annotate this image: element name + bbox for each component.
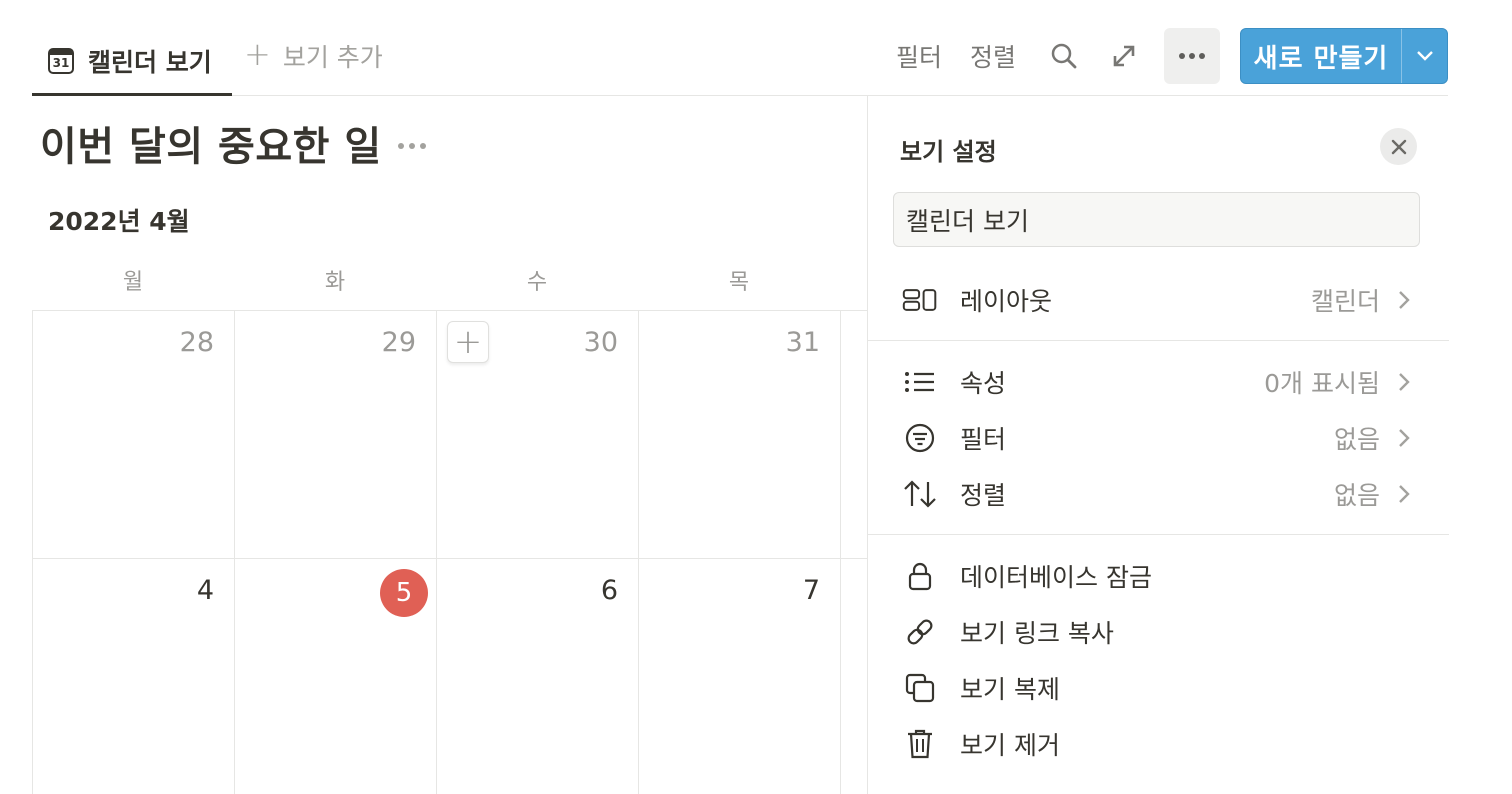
title-more-button[interactable] — [398, 143, 426, 149]
panel-title: 보기 설정 — [900, 138, 997, 166]
page-title: 이번 달의 중요한 일 — [40, 124, 382, 170]
day-number: 30 — [583, 327, 618, 358]
duplicate-view-option[interactable]: 보기 복제 — [868, 660, 1449, 716]
calendar-icon: 31 — [48, 47, 74, 74]
day-number: 4 — [196, 575, 214, 606]
search-button[interactable] — [1044, 28, 1084, 84]
filter-button[interactable]: 필터 — [896, 38, 942, 74]
day-number: 7 — [802, 575, 820, 606]
sort-icon — [902, 476, 938, 512]
add-view-label: 보기 추가 — [282, 43, 383, 72]
sort-value: 없음 — [1333, 481, 1380, 510]
weekday-header: 화 — [324, 270, 346, 295]
calendar-day-cell[interactable]: 28 — [33, 311, 235, 559]
calendar-day-cell[interactable]: 6 — [437, 559, 639, 794]
calendar-day-cell[interactable]: 7 — [639, 559, 841, 794]
view-toolbar: 31 캘린더 보기 + 보기 추가 필터 정렬 새로 만들기 — [32, 28, 1448, 96]
calendar-day-cell[interactable]: + 30 — [437, 311, 639, 559]
add-event-button[interactable]: + — [447, 321, 489, 363]
layout-icon — [902, 282, 938, 318]
filter-option[interactable]: 필터 없음 — [868, 410, 1449, 466]
list-icon — [902, 364, 938, 400]
layout-label: 레이아웃 — [960, 287, 1053, 316]
more-icon — [1179, 53, 1205, 59]
expand-button[interactable] — [1104, 28, 1144, 84]
tab-calendar-view[interactable]: 31 캘린더 보기 — [32, 28, 232, 96]
tab-label: 캘린더 보기 — [88, 47, 212, 77]
properties-label: 속성 — [960, 369, 1007, 398]
view-name-input[interactable] — [893, 192, 1420, 247]
divider — [868, 534, 1449, 535]
lock-database-option[interactable]: 데이터베이스 잠금 — [868, 548, 1449, 604]
properties-value: 0개 표시됨 — [1264, 369, 1380, 398]
filter-value: 없음 — [1333, 425, 1380, 454]
lock-icon — [902, 558, 938, 594]
today-badge: 5 — [380, 569, 428, 617]
day-number: 28 — [179, 327, 214, 358]
properties-option[interactable]: 속성 0개 표시됨 — [868, 354, 1449, 410]
chevron-right-icon — [1397, 483, 1411, 505]
trash-icon — [902, 726, 938, 762]
chevron-right-icon — [1397, 427, 1411, 449]
new-button-label[interactable]: 새로 만들기 — [1241, 38, 1401, 75]
link-icon — [902, 614, 938, 650]
layout-option[interactable]: 레이아웃 캘린더 — [868, 272, 1449, 328]
calendar-day-cell[interactable] — [841, 559, 868, 794]
duplicate-icon — [902, 670, 938, 706]
calendar-day-cell[interactable] — [841, 311, 868, 559]
month-label: 2022년 4월 — [48, 207, 190, 236]
view-settings-panel: 보기 설정 레이아웃 캘린더 속성 0개 표시됨 필터 없음 정렬 — [867, 96, 1449, 794]
search-icon — [1051, 43, 1077, 69]
divider — [868, 340, 1449, 341]
day-number: 29 — [381, 327, 416, 358]
duplicate-view-label: 보기 복제 — [960, 675, 1060, 704]
layout-value: 캘린더 — [1310, 287, 1380, 316]
toolbar-actions: 필터 정렬 새로 만들기 — [896, 28, 1448, 84]
copy-view-link-option[interactable]: 보기 링크 복사 — [868, 604, 1449, 660]
calendar-grid: 28 29 + 30 31 4 5 6 7 — [32, 310, 868, 794]
day-number: 6 — [600, 575, 618, 606]
filter-icon — [902, 420, 938, 456]
weekday-header: 월 — [122, 270, 144, 295]
new-dropdown-button[interactable] — [1401, 29, 1447, 83]
day-number: 31 — [785, 327, 820, 358]
more-icon — [398, 143, 426, 149]
expand-icon — [1113, 45, 1135, 67]
copy-view-link-label: 보기 링크 복사 — [960, 619, 1114, 648]
more-options-button[interactable] — [1164, 28, 1220, 84]
remove-view-label: 보기 제거 — [960, 731, 1060, 760]
sort-option[interactable]: 정렬 없음 — [868, 466, 1449, 522]
plus-icon: + — [244, 35, 271, 73]
weekday-header: 수 — [526, 270, 548, 295]
chevron-right-icon — [1397, 371, 1411, 393]
lock-database-label: 데이터베이스 잠금 — [960, 563, 1152, 592]
add-view-button[interactable]: + 보기 추가 — [244, 28, 383, 84]
calendar-day-cell[interactable]: 31 — [639, 311, 841, 559]
calendar-day-cell[interactable]: 29 — [235, 311, 437, 559]
remove-view-option[interactable]: 보기 제거 — [868, 716, 1449, 772]
weekday-header: 목 — [728, 270, 750, 295]
sort-button[interactable]: 정렬 — [970, 38, 1016, 74]
calendar-day-cell[interactable]: 5 — [235, 559, 437, 794]
calendar-day-cell[interactable]: 4 — [33, 559, 235, 794]
chevron-down-icon — [1416, 51, 1433, 61]
close-button[interactable] — [1380, 128, 1417, 165]
new-button[interactable]: 새로 만들기 — [1240, 28, 1448, 84]
close-icon — [1391, 139, 1406, 154]
sort-label: 정렬 — [960, 481, 1007, 510]
chevron-right-icon — [1397, 289, 1411, 311]
filter-label: 필터 — [960, 425, 1007, 454]
